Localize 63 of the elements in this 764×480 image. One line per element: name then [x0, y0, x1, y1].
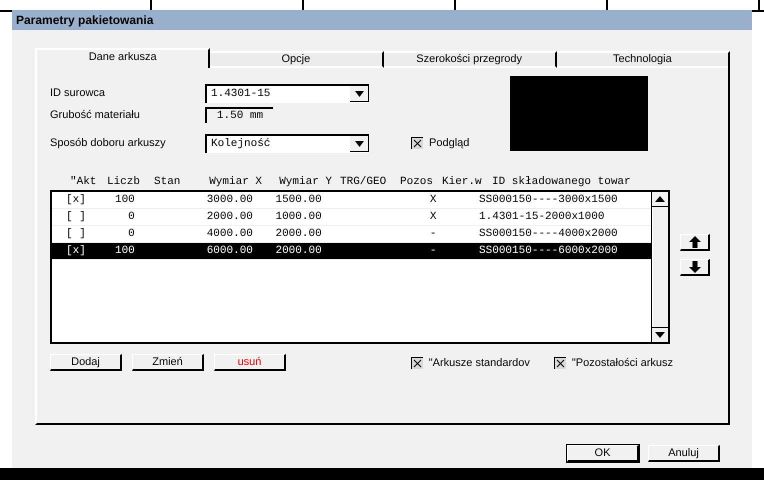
action-button[interactable]: usuń: [214, 354, 286, 371]
tab[interactable]: Opcje: [210, 51, 384, 68]
table-row[interactable]: [ ] 0 2000.00 1000.00 X 1.4301-15-2000x1000: [52, 209, 652, 226]
column-header: Liczb: [106, 176, 140, 190]
table-cell: 100: [114, 245, 135, 257]
table-cell: 1.4301-15-2000x1000: [479, 211, 604, 223]
table-cell: 2000.00: [206, 211, 253, 223]
column-header: Wymiar X: [208, 176, 262, 190]
thickness-field: 1.50 mm: [205, 107, 273, 123]
table-cell: 3000.00: [206, 194, 253, 206]
checkbox-label: "Arkusze standardov: [428, 356, 530, 368]
tab[interactable]: Dane arkusza: [35, 48, 210, 68]
column-header: Pozos: [400, 176, 434, 190]
column-header: "Akt: [69, 176, 98, 190]
move-up-button[interactable]: [680, 234, 710, 251]
table-cell: 6000.00: [206, 245, 253, 257]
column-header: Wymiar Y: [278, 176, 332, 190]
table-cell: 2000.00: [275, 245, 322, 257]
table-cell: -: [430, 228, 437, 240]
arrow-up-icon: [688, 236, 700, 248]
dialog-button[interactable]: OK: [567, 445, 639, 462]
table-cell: X: [430, 194, 437, 206]
column-header: Kier.w: [442, 176, 483, 190]
field-label: Sposób doboru arkuszy: [50, 137, 167, 149]
action-button[interactable]: Zmień: [132, 354, 204, 371]
column-header: Stan: [153, 176, 182, 190]
table-cell: SS000150----3000x1500: [479, 194, 618, 206]
window-title: Parametry pakietowania: [16, 13, 154, 27]
table-cell: 1500.00: [275, 194, 322, 206]
table-row[interactable]: [x] 100 3000.00 1500.00 X SS000150----3000x1500: [52, 192, 652, 209]
table-cell: [x]: [66, 245, 86, 257]
table-cell: 100: [114, 194, 135, 206]
table-cell: SS000150----6000x2000: [479, 245, 618, 257]
table-cell: 2000.00: [275, 228, 322, 240]
table-cell: [x]: [66, 194, 86, 206]
table-cell: 1000.00: [275, 211, 322, 223]
field-label: Grubość materiału: [50, 109, 141, 121]
arrow-down-icon: [688, 261, 700, 273]
table-cell: 4000.00: [206, 228, 253, 240]
method-dropdown[interactable]: Kolejność: [205, 134, 369, 152]
move-down-button[interactable]: [680, 259, 710, 276]
column-header: ID składowanego towar: [492, 176, 632, 190]
checkbox-label: Podgląd: [429, 137, 470, 149]
table-cell: SS000150----4000x2000: [479, 228, 618, 240]
material-dropdown[interactable]: 1.4301-15: [205, 84, 369, 102]
table-cell: 0: [128, 228, 135, 240]
dialog-button[interactable]: Anuluj: [648, 445, 720, 462]
table-cell: X: [430, 211, 437, 223]
scrollbar[interactable]: [651, 192, 668, 342]
action-button[interactable]: Dodaj: [50, 354, 122, 371]
checkbox[interactable]: [410, 356, 423, 368]
column-header: TRG/GEO: [339, 176, 388, 190]
tab[interactable]: Technologia: [556, 51, 730, 68]
checkbox-label: "Pozostałości arkusz: [572, 356, 673, 368]
table-cell: [ ]: [66, 211, 86, 223]
tab[interactable]: Szerokości przegrody: [384, 51, 557, 68]
table-row[interactable]: [x] 100 6000.00 2000.00 - SS000150----6000x2000: [52, 243, 652, 260]
checkbox[interactable]: [554, 356, 566, 368]
table-cell: 0: [128, 211, 135, 223]
table-cell: -: [430, 245, 437, 257]
field-label: ID surowca: [50, 87, 106, 99]
checkbox[interactable]: [411, 137, 423, 149]
table-cell: [ ]: [66, 228, 86, 240]
